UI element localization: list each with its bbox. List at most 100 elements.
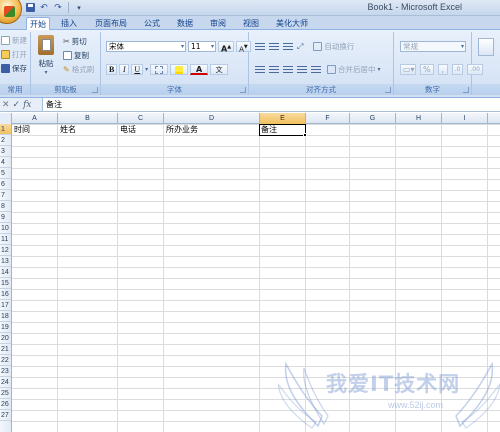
tab-beautify-master[interactable]: 美化大师: [273, 17, 311, 30]
row-header[interactable]: 19: [0, 322, 11, 333]
row-header[interactable]: 14: [0, 267, 11, 278]
cell-grid[interactable]: 时间 姓名 电话 所办业务 备注: [12, 124, 500, 432]
merge-center-button[interactable]: 合并后居中 ▾: [327, 64, 381, 75]
group-font: 宋体 ▾ 11 ▾ A▲ A▼ B I U ▾ A 文 字体: [101, 32, 251, 95]
font-launcher-icon[interactable]: [240, 87, 246, 93]
new-button[interactable]: 新建: [1, 35, 27, 46]
cell-c1[interactable]: 电话: [118, 124, 163, 135]
font-size-select[interactable]: 11 ▾: [188, 41, 216, 52]
enter-icon[interactable]: ✓: [13, 99, 21, 111]
tab-review[interactable]: 审阅: [207, 17, 229, 30]
row-header[interactable]: 18: [0, 311, 11, 322]
row-header[interactable]: 2: [0, 135, 11, 146]
row-header[interactable]: 3: [0, 146, 11, 157]
copy-button[interactable]: 复制: [63, 50, 89, 61]
row-header[interactable]: 25: [0, 388, 11, 399]
row-header[interactable]: 27: [0, 410, 11, 421]
align-top-icon[interactable]: [255, 42, 265, 51]
open-button[interactable]: 打开: [1, 49, 27, 60]
cell-a1[interactable]: 时间: [12, 124, 57, 135]
row-header[interactable]: 6: [0, 179, 11, 190]
formula-input[interactable]: 备注: [42, 98, 500, 111]
row-header[interactable]: 1: [0, 124, 11, 135]
select-all-button[interactable]: [0, 113, 12, 124]
paste-button[interactable]: 粘贴 ▾: [36, 35, 56, 76]
font-name-select[interactable]: 宋体 ▾: [106, 41, 186, 52]
accounting-format-button[interactable]: ▭▾: [400, 64, 416, 75]
insert-function-button[interactable]: fx: [23, 99, 31, 111]
row-header[interactable]: 11: [0, 234, 11, 245]
increase-decimal-button[interactable]: .0: [451, 64, 464, 75]
border-button[interactable]: [150, 64, 169, 75]
column-header-a[interactable]: A: [12, 113, 58, 124]
tab-formulas[interactable]: 公式: [141, 17, 163, 30]
number-format-select[interactable]: 常规 ▾: [400, 41, 466, 52]
fill-handle[interactable]: [303, 133, 307, 137]
clipboard-launcher-icon[interactable]: [92, 87, 98, 93]
row-header[interactable]: 15: [0, 278, 11, 289]
column-header-b[interactable]: B: [58, 113, 118, 124]
column-header-f[interactable]: F: [306, 113, 350, 124]
column-header-i[interactable]: I: [442, 113, 488, 124]
comma-button[interactable]: ,: [437, 64, 448, 75]
tab-view[interactable]: 视图: [240, 17, 262, 30]
bold-button[interactable]: B: [106, 64, 118, 75]
decrease-indent-icon[interactable]: [297, 65, 307, 74]
cancel-icon[interactable]: ✕: [2, 99, 10, 111]
row-header[interactable]: 24: [0, 377, 11, 388]
row-header[interactable]: 22: [0, 355, 11, 366]
increase-indent-icon[interactable]: [311, 65, 321, 74]
group-alignment: ⤢ 自动换行 合并后居中 ▾ 对齐方式: [249, 32, 394, 95]
align-right-icon[interactable]: [283, 65, 293, 74]
column-header-c[interactable]: C: [118, 113, 164, 124]
phonetic-button[interactable]: 文: [210, 64, 229, 75]
tab-data[interactable]: 数据: [174, 17, 196, 30]
format-painter-button[interactable]: ✎ 格式刷: [63, 64, 94, 75]
italic-button[interactable]: I: [119, 64, 130, 75]
cell-d1[interactable]: 所办业务: [164, 124, 259, 135]
cell-e1[interactable]: 备注: [259, 124, 306, 136]
number-launcher-icon[interactable]: [463, 87, 469, 93]
row-header[interactable]: 21: [0, 344, 11, 355]
fill-color-button[interactable]: [170, 64, 189, 75]
row-header[interactable]: 26: [0, 399, 11, 410]
percent-button[interactable]: %: [420, 64, 434, 75]
row-header[interactable]: 13: [0, 256, 11, 267]
row-header[interactable]: 12: [0, 245, 11, 256]
column-header-g[interactable]: G: [350, 113, 396, 124]
align-center-icon[interactable]: [269, 65, 279, 74]
tab-page-layout[interactable]: 页面布局: [92, 17, 130, 30]
row-header[interactable]: 23: [0, 366, 11, 377]
row-header[interactable]: 5: [0, 168, 11, 179]
tab-home[interactable]: 开始: [26, 17, 50, 30]
cell-b1[interactable]: 姓名: [58, 124, 117, 135]
gridline: [349, 124, 350, 432]
column-header-h[interactable]: H: [396, 113, 442, 124]
row-header[interactable]: 17: [0, 300, 11, 311]
row-header[interactable]: 7: [0, 190, 11, 201]
orientation-icon[interactable]: ⤢: [297, 42, 303, 52]
row-header[interactable]: 16: [0, 289, 11, 300]
column-header-e[interactable]: E: [260, 113, 306, 124]
underline-button[interactable]: U: [131, 64, 144, 75]
column-header-j[interactable]: [488, 113, 500, 124]
tab-insert[interactable]: 插入: [58, 17, 80, 30]
wrap-text-button[interactable]: 自动换行: [313, 41, 354, 52]
row-header[interactable]: 8: [0, 201, 11, 212]
font-color-button[interactable]: A: [190, 64, 209, 75]
align-left-icon[interactable]: [255, 65, 265, 74]
chevron-down-icon[interactable]: ▾: [145, 66, 148, 73]
align-middle-icon[interactable]: [269, 42, 279, 51]
row-header[interactable]: 20: [0, 333, 11, 344]
column-header-d[interactable]: D: [164, 113, 260, 124]
row-header[interactable]: 9: [0, 212, 11, 223]
scissors-icon: ✂: [63, 37, 70, 46]
row-header[interactable]: 4: [0, 157, 11, 168]
alignment-launcher-icon[interactable]: [385, 87, 391, 93]
conditional-format-icon[interactable]: [478, 38, 494, 56]
row-header[interactable]: 10: [0, 223, 11, 234]
save-button[interactable]: 保存: [1, 63, 27, 74]
align-bottom-icon[interactable]: [283, 42, 293, 51]
cut-button[interactable]: ✂ 剪切: [63, 36, 87, 47]
grow-font-button[interactable]: A▲: [218, 41, 235, 54]
